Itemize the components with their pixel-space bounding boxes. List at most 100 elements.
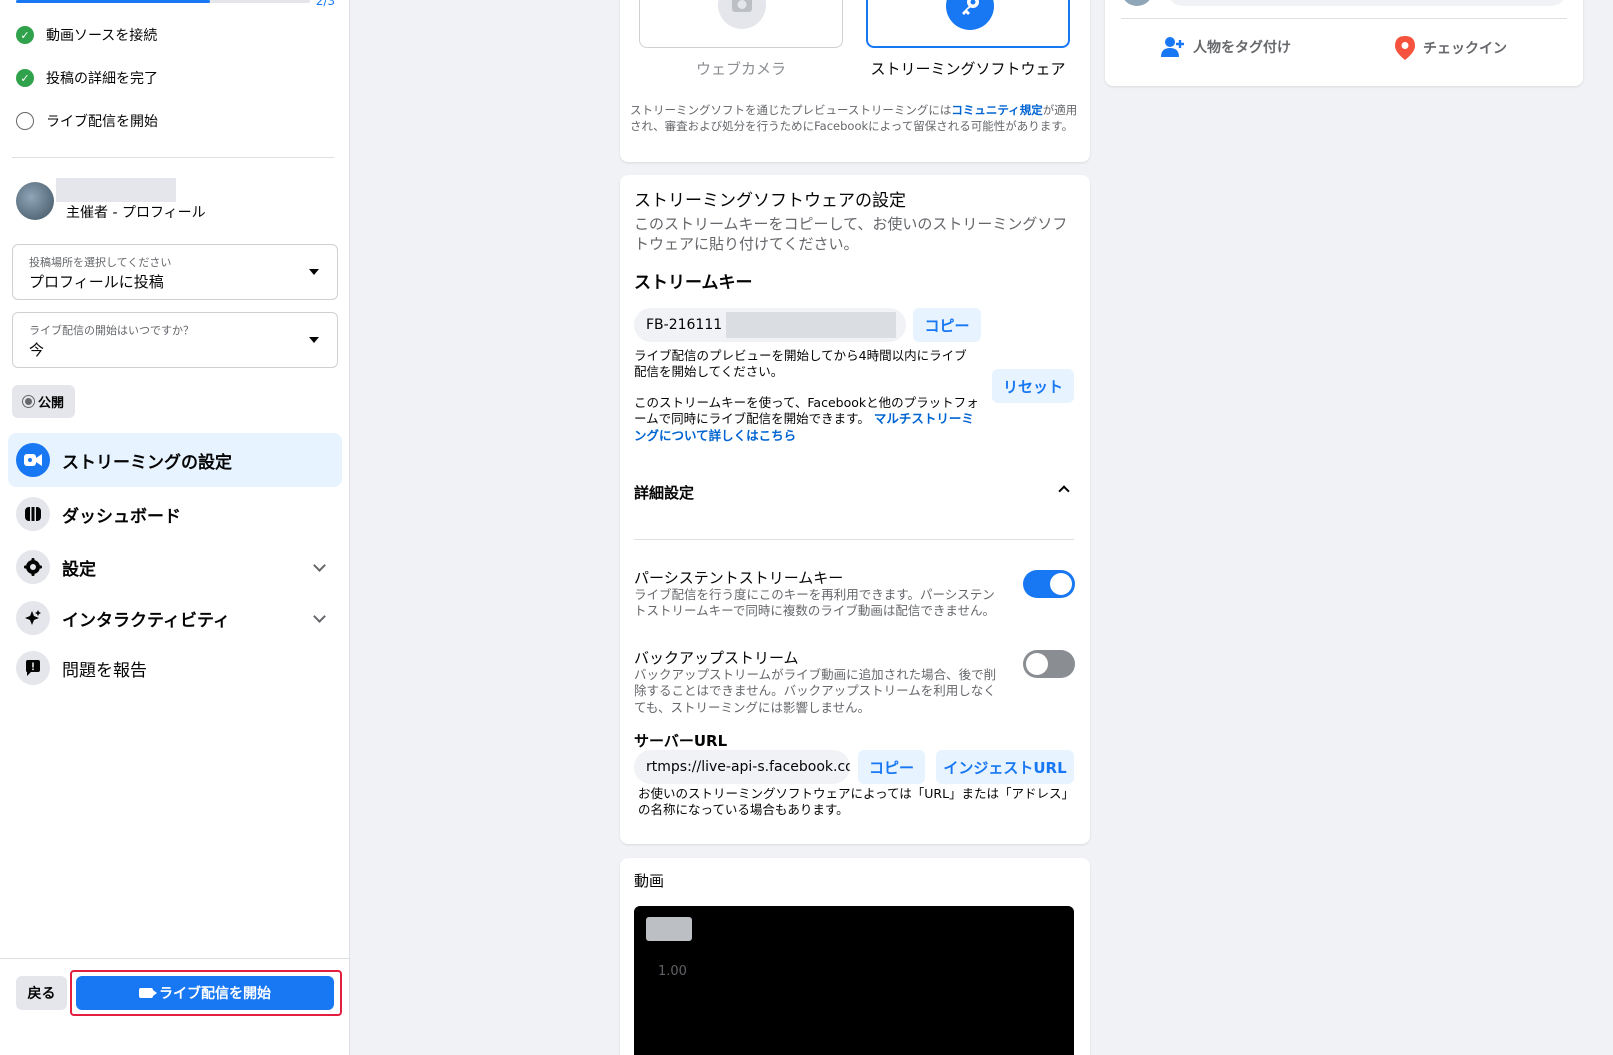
progress-bar [16, 0, 310, 3]
backup-stream-title: バックアップストリーム [634, 649, 799, 667]
profile-role: 主催者 - プロフィール [66, 205, 206, 221]
nav-interactivity[interactable]: インタラクティビティ [8, 591, 342, 645]
persistent-key-desc: ライブ配信を行う度にこのキーを再利用できます。パーシステントストリームキーで同時… [634, 587, 996, 619]
avatar [1121, 0, 1153, 6]
check-icon: ✓ [16, 26, 34, 44]
nav-label: 設定 [62, 559, 96, 580]
overlay-value: 1.00 [658, 964, 687, 979]
privacy-button[interactable]: 公開 [12, 385, 76, 418]
webcam-tile[interactable] [639, 0, 843, 48]
step-label: 動画ソースを接続 [46, 28, 158, 44]
caret-down-icon [309, 337, 319, 343]
reset-button[interactable]: リセット [992, 369, 1074, 403]
chevron-down-icon [313, 559, 326, 572]
stream-key-title: ストリームキー [634, 273, 753, 293]
avatar[interactable] [16, 182, 54, 220]
server-url-field[interactable]: rtmps://live-api-s.facebook.co [634, 750, 850, 784]
go-live-label: ライブ配信を開始 [159, 986, 271, 1002]
video-source-card: ウェブカメラ ストリーミングソフトウェア ストリーミングソフトを通じたプレビュー… [620, 0, 1090, 162]
caret-down-icon [309, 269, 319, 275]
empty-circle-icon [16, 112, 34, 130]
multistream-note: このストリームキーを使って、Facebookと他のプラットフォームで同時にライブ… [634, 395, 984, 444]
key-icon [946, 0, 994, 30]
composer-input[interactable] [1167, 0, 1567, 6]
step-label: 投稿の詳細を完了 [46, 71, 158, 87]
persistent-key-toggle[interactable] [1023, 570, 1075, 598]
post-options-card: 人物をタグ付け チェックイン [1105, 0, 1583, 86]
chevron-up-icon[interactable] [1058, 485, 1070, 497]
software-label: ストリーミングソフトウェア [870, 60, 1066, 78]
server-url-value: rtmps://live-api-s.facebook.co [646, 759, 850, 775]
step-post-details: ✓ 投稿の詳細を完了 [16, 68, 158, 88]
left-panel: 2/3 ✓ 動画ソースを接続 ✓ 投稿の詳細を完了 ライブ配信を開始 主催者 -… [0, 0, 350, 1055]
start-time-select[interactable]: ライブ配信の開始はいつですか？ 今 [12, 312, 338, 368]
backup-stream-toggle[interactable] [1023, 650, 1075, 678]
privacy-label: 公開 [38, 396, 65, 411]
nav-report-problem[interactable]: 問題を報告 [8, 641, 342, 695]
community-note: ストリーミングソフトを通じたプレビューストリーミングにはコミュニティ規定が適用さ… [630, 102, 1082, 134]
check-in-button[interactable]: チェックイン [1395, 36, 1507, 60]
nav-label: 問題を報告 [62, 660, 147, 681]
nav-label: インタラクティビティ [62, 610, 230, 631]
server-url-title: サーバーURL [634, 732, 728, 750]
software-settings-card: ストリーミングソフトウェアの設定 このストリームキーをコピーして、お使いのストリ… [620, 175, 1090, 844]
report-icon [16, 651, 50, 685]
check-icon: ✓ [16, 69, 34, 87]
camera-icon [718, 0, 766, 29]
nav-streaming-setup[interactable]: ストリーミングの設定 [8, 433, 342, 487]
divider [634, 539, 1074, 540]
video-camera-icon [16, 443, 50, 477]
tag-people-button[interactable]: 人物をタグ付け [1161, 36, 1291, 58]
go-live-button[interactable]: ライブ配信を開始 [76, 976, 334, 1010]
copy-key-button[interactable]: コピー [913, 308, 981, 342]
copy-server-url-button[interactable]: コピー [858, 750, 925, 784]
streaming-software-tile[interactable] [866, 0, 1070, 48]
progress-label: 2/3 [315, 0, 335, 8]
check-in-label: チェックイン [1423, 41, 1507, 57]
select-label: ライブ配信の開始はいつですか？ [29, 324, 194, 337]
community-standards-link[interactable]: コミュニティ規定 [951, 103, 1042, 117]
backup-stream-desc: バックアップストリームがライブ動画に追加された場合、後で削除することはできません… [634, 667, 997, 715]
video-camera-icon [139, 988, 157, 998]
nav-label: ダッシュボード [62, 506, 181, 527]
step-connect-source: ✓ 動画ソースを接続 [16, 25, 157, 45]
tag-people-label: 人物をタグ付け [1193, 40, 1291, 56]
stream-key-field[interactable]: FB-216111 [634, 308, 906, 342]
nav-dashboard[interactable]: ダッシュボード [8, 487, 342, 541]
video-title: 動画 [634, 872, 665, 890]
nav-settings[interactable]: 設定 [8, 540, 342, 594]
video-preview[interactable]: 1.00 [634, 906, 1074, 1055]
status-badge [646, 917, 692, 941]
globe-icon [23, 396, 34, 407]
select-value: 今 [29, 341, 45, 359]
location-pin-icon [1395, 36, 1415, 60]
server-url-note: お使いのストリーミングソフトウェアによっては「URL」または「アドレス」の名称に… [638, 786, 1068, 818]
step-label: ライブ配信を開始 [46, 114, 158, 130]
divider [1121, 18, 1567, 19]
section-desc: このストリームキーをコピーして、お使いのストリーミングソフトウェアに貼り付けてく… [634, 215, 1068, 253]
persistent-key-title: パーシステントストリームキー [634, 569, 844, 587]
advanced-settings-title: 詳細設定 [634, 484, 695, 502]
tag-people-icon [1161, 37, 1184, 57]
gear-icon [16, 550, 50, 584]
post-location-select[interactable]: 投稿場所を選択してください プロフィールに投稿 [12, 244, 338, 300]
back-button[interactable]: 戻る [16, 976, 67, 1010]
chevron-down-icon [313, 610, 326, 623]
redacted-name [56, 178, 176, 202]
nav-label: ストリーミングの設定 [62, 452, 232, 473]
sparkle-icon [16, 601, 50, 635]
divider [12, 157, 334, 158]
key-note: ライブ配信のプレビューを開始してから4時間以内にライブ配信を開始してください。 [634, 348, 967, 380]
video-card: 動画 1.00 [620, 858, 1090, 1055]
step-go-live: ライブ配信を開始 [16, 111, 158, 131]
note-text: ストリーミングソフトを通じたプレビューストリーミングには [630, 103, 952, 117]
select-value: プロフィールに投稿 [29, 273, 164, 291]
section-title: ストリーミングソフトウェアの設定 [634, 191, 906, 211]
stream-key-value: FB-216111 [646, 317, 723, 333]
progress-fill [16, 0, 211, 3]
ingest-url-button[interactable]: インジェストURL [936, 750, 1074, 784]
select-label: 投稿場所を選択してください [29, 256, 172, 269]
dashboard-icon [16, 497, 50, 531]
redacted-key [726, 312, 897, 338]
webcam-label: ウェブカメラ [695, 60, 786, 78]
